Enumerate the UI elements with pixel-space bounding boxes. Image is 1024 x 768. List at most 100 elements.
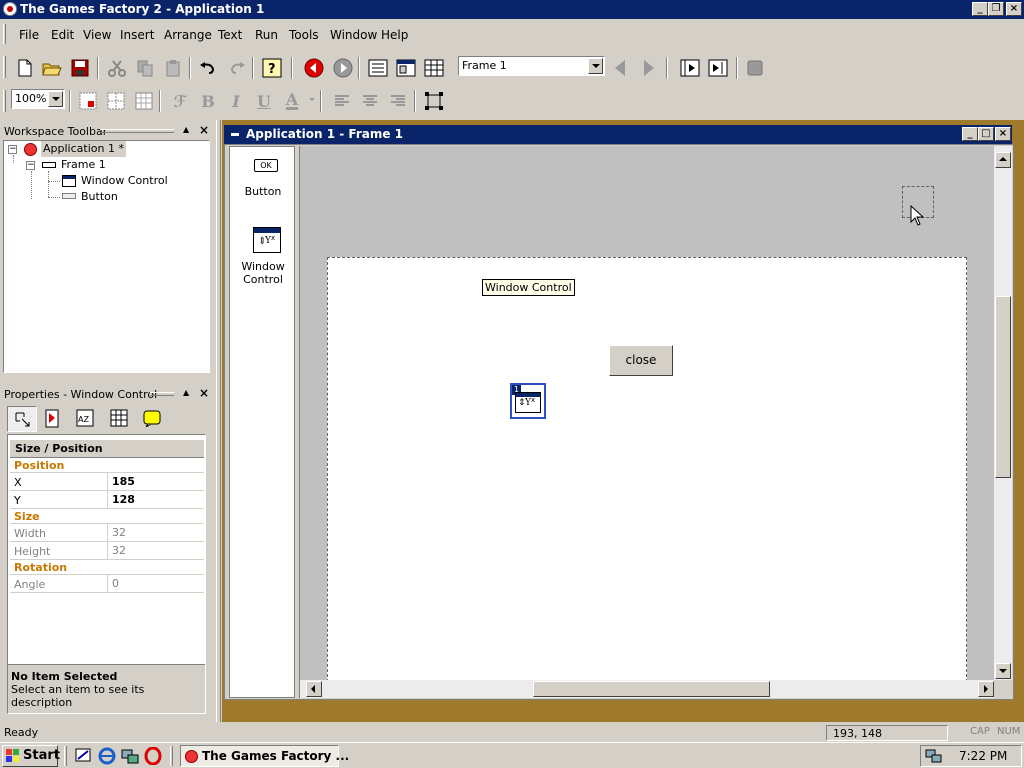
bold-icon[interactable]: B [197, 90, 219, 112]
menu-insert[interactable]: Insert [120, 28, 154, 42]
align-left-icon[interactable] [331, 90, 353, 112]
internet-explorer-icon[interactable] [98, 747, 116, 768]
clock[interactable]: 7:22 PM [959, 749, 1007, 763]
zoom-select[interactable]: 100% [11, 89, 65, 109]
insert-frame-icon[interactable] [707, 57, 729, 79]
close-icon[interactable]: × [199, 123, 209, 137]
close-button-object[interactable]: close [609, 345, 673, 376]
previous-frame-icon[interactable] [609, 57, 631, 79]
menu-view[interactable]: View [83, 28, 111, 42]
window-control-label-object[interactable]: Window Control [482, 279, 575, 296]
menu-run[interactable]: Run [255, 28, 278, 42]
property-y[interactable]: Y 128 [10, 491, 204, 509]
button-object-icon[interactable]: OK [254, 159, 278, 172]
collapse-icon[interactable]: ▲ [183, 125, 189, 134]
text-color-icon[interactable]: A [281, 90, 303, 112]
app-icon[interactable] [3, 2, 17, 16]
snap-icon[interactable] [105, 90, 127, 112]
undo-icon[interactable] [197, 57, 219, 79]
scroll-down-arrow-icon[interactable] [995, 663, 1011, 679]
frame-select[interactable]: Frame 1 [458, 56, 605, 76]
run-stop-icon[interactable] [303, 57, 325, 79]
tab-display-options[interactable] [43, 409, 61, 432]
child-close-button[interactable]: × [995, 127, 1011, 141]
minimize-button[interactable]: _ [972, 2, 988, 16]
tab-about[interactable]: AZ [76, 409, 94, 430]
save-icon[interactable] [69, 57, 91, 79]
tab-grid[interactable] [110, 409, 128, 430]
tree-item-window-control[interactable]: Window Control [81, 173, 168, 189]
chevron-down-icon[interactable] [48, 91, 63, 107]
close-icon[interactable]: × [199, 386, 209, 400]
frame-editor-icon[interactable] [395, 57, 417, 79]
copy-icon[interactable] [134, 57, 156, 79]
chevron-down-icon[interactable] [309, 98, 315, 101]
resize-icon[interactable] [423, 90, 445, 112]
italic-icon[interactable]: I [225, 90, 247, 112]
property-angle-value[interactable]: 0 [112, 577, 119, 590]
palette-button-label[interactable]: Button [230, 185, 296, 198]
taskbar-task-games-factory[interactable]: The Games Factory ... [180, 745, 349, 767]
grid-icon[interactable] [77, 90, 99, 112]
close-button[interactable]: × [1006, 2, 1022, 16]
tree-item-frame[interactable]: Frame 1 [61, 157, 106, 173]
vertical-scroll-thumb[interactable] [995, 296, 1011, 478]
property-height[interactable]: Height 32 [10, 542, 204, 560]
property-x-value[interactable]: 185 [112, 475, 135, 488]
grid-setup-icon[interactable] [133, 90, 155, 112]
app-title-bar[interactable]: The Games Factory 2 - Application 1 _ ❐ … [0, 0, 1024, 19]
start-button[interactable]: Start [2, 745, 60, 767]
menu-text[interactable]: Text [218, 28, 242, 42]
underline-icon[interactable]: U [253, 90, 275, 112]
restore-button[interactable]: ❐ [988, 2, 1004, 16]
child-system-menu-icon[interactable] [231, 133, 239, 136]
align-right-icon[interactable] [387, 90, 409, 112]
next-frame-icon[interactable] [638, 57, 660, 79]
collapse-icon[interactable]: ▲ [183, 388, 189, 397]
child-window-title-bar[interactable]: Application 1 - Frame 1 _ □ × [224, 125, 1012, 144]
scroll-up-arrow-icon[interactable] [995, 152, 1011, 168]
open-folder-icon[interactable] [41, 57, 63, 79]
menu-arrange[interactable]: Arrange [164, 28, 212, 42]
collapse-icon[interactable]: − [8, 145, 17, 154]
paste-icon[interactable] [162, 57, 184, 79]
scroll-left-arrow-icon[interactable] [306, 681, 322, 697]
panel-splitter[interactable] [216, 120, 221, 722]
property-height-value[interactable]: 32 [112, 544, 126, 557]
property-width-value[interactable]: 32 [112, 526, 126, 539]
storyboard-icon[interactable] [367, 57, 389, 79]
frame-properties-icon[interactable] [679, 57, 701, 79]
stop-icon[interactable] [744, 57, 766, 79]
window-control-instance[interactable]: 1 ⇕ Y x [510, 383, 546, 419]
tree-item-button[interactable]: Button [81, 189, 118, 205]
align-center-icon[interactable] [359, 90, 381, 112]
workspace-tree[interactable]: − Application 1 * − Frame 1 Window Contr… [3, 140, 210, 373]
property-width[interactable]: Width 32 [10, 524, 204, 542]
menu-tools[interactable]: Tools [289, 28, 319, 42]
horizontal-scrollbar[interactable] [300, 680, 994, 698]
scroll-right-arrow-icon[interactable] [978, 681, 994, 697]
event-editor-icon[interactable] [423, 57, 445, 79]
redo-icon[interactable] [226, 57, 248, 79]
menu-help[interactable]: Help [381, 28, 408, 42]
tray-network-icon[interactable] [925, 748, 943, 767]
property-x[interactable]: X 185 [10, 473, 204, 491]
menu-file[interactable]: File [19, 28, 39, 42]
property-angle[interactable]: Angle 0 [10, 575, 204, 593]
collapse-icon[interactable]: − [26, 161, 35, 170]
menu-window[interactable]: Window [330, 28, 377, 42]
cut-icon[interactable] [106, 57, 128, 79]
help-icon[interactable]: ? [261, 57, 283, 79]
tree-item-application[interactable]: Application 1 * [41, 141, 126, 157]
run-frame-icon[interactable] [332, 57, 354, 79]
property-y-value[interactable]: 128 [112, 493, 135, 506]
horizontal-scroll-thumb[interactable] [533, 681, 770, 697]
chevron-down-icon[interactable] [588, 58, 603, 74]
palette-window-control-label[interactable]: Window Control [230, 260, 296, 286]
menu-edit[interactable]: Edit [51, 28, 74, 42]
show-desktop-icon[interactable] [75, 747, 93, 768]
child-minimize-button[interactable]: _ [962, 127, 978, 141]
window-control-object-icon[interactable]: ⇕ Y x [253, 227, 281, 253]
font-icon[interactable]: ℱ [169, 90, 191, 112]
child-maximize-button[interactable]: □ [978, 127, 994, 141]
